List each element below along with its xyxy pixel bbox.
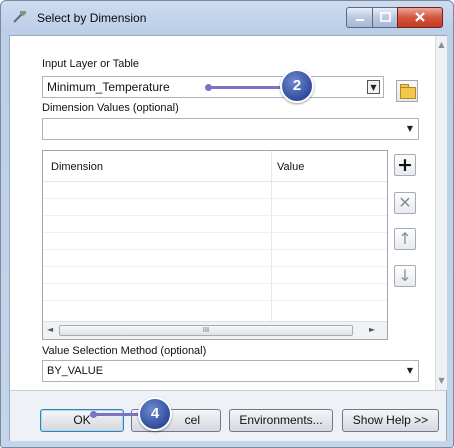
move-down-button[interactable]: ↓ [394,265,416,287]
table-row[interactable] [43,232,387,233]
close-icon [415,12,425,22]
chevron-down-icon[interactable]: ▼ [403,120,417,138]
table-row[interactable] [43,283,387,284]
hammer-tool-icon [13,11,26,23]
show-help-button-label: Show Help >> [352,413,429,427]
column-divider [271,151,272,321]
selection-method-value: BY_VALUE [47,365,104,377]
plus-icon: + [397,154,413,176]
select-by-dimension-window: Select by Dimension ▲ ▼ Input Layer or T… [0,0,454,448]
folder-icon-body [400,87,416,99]
dimension-values-combobox[interactable]: ▼ [42,118,419,140]
dialog-content: ▲ ▼ Input Layer or Table Minimum_Tempera… [9,35,447,441]
scroll-up-arrow-icon[interactable]: ▲ [437,40,446,49]
column-header-dimension[interactable]: Dimension [51,161,103,173]
callout-badge-4: 4 [138,397,172,431]
arrow-up-icon: ↑ [398,229,412,248]
chevron-down-icon[interactable]: ▼ [367,80,380,94]
dimension-values-label: Dimension Values (optional) [42,102,179,114]
scroll-left-arrow-icon[interactable]: ◄ [47,325,53,334]
maximize-icon [380,12,391,22]
table-row[interactable] [43,300,387,301]
chevron-down-icon[interactable]: ▼ [403,362,417,380]
callout-4-pointer [93,413,141,416]
callout-badge-4-number: 4 [150,405,160,422]
minimize-button[interactable] [346,7,374,28]
dimension-value-table[interactable]: Dimension Value ◄ III ► [42,150,388,340]
selection-method-combobox[interactable]: BY_VALUE ▼ [42,360,419,382]
window-title: Select by Dimension [37,11,147,25]
ok-button-label: OK [73,413,91,427]
callout-badge-2-number: 2 [292,77,302,94]
cancel-button-label: cel [184,413,200,427]
scroll-down-arrow-icon[interactable]: ▼ [437,376,446,385]
maximize-button[interactable] [372,7,399,28]
remove-row-button[interactable]: ✕ [394,192,416,214]
table-row[interactable] [43,266,387,267]
environments-button[interactable]: Environments... [229,409,333,432]
table-row[interactable] [43,198,387,199]
selection-method-label: Value Selection Method (optional) [42,345,207,357]
scroll-right-arrow-icon[interactable]: ► [369,325,375,334]
column-header-value[interactable]: Value [277,161,304,173]
x-icon: ✕ [398,193,412,212]
scroll-thumb[interactable]: III [59,325,353,336]
close-button[interactable] [397,7,443,28]
show-help-button[interactable]: Show Help >> [342,409,439,432]
table-header: Dimension Value [43,151,387,182]
table-row[interactable] [43,249,387,250]
input-layer-label: Input Layer or Table [42,58,140,70]
table-row[interactable] [43,215,387,216]
arrow-down-icon: ↓ [398,266,412,285]
button-bar: OK cel Environments... Show Help >> [10,390,446,441]
move-up-button[interactable]: ↑ [394,228,416,250]
environments-button-label: Environments... [239,413,323,427]
title-bar[interactable]: Select by Dimension [1,1,453,35]
dialog-vertical-scrollbar[interactable]: ▲ ▼ [435,36,447,390]
table-horizontal-scrollbar[interactable]: ◄ III ► [43,321,387,339]
add-row-button[interactable]: + [394,154,416,176]
minimize-icon [356,19,364,21]
input-layer-value: Minimum_Temperature [47,80,170,94]
callout-2-pointer [208,86,284,89]
browse-folder-button[interactable] [396,80,418,102]
callout-badge-2: 2 [280,69,314,103]
